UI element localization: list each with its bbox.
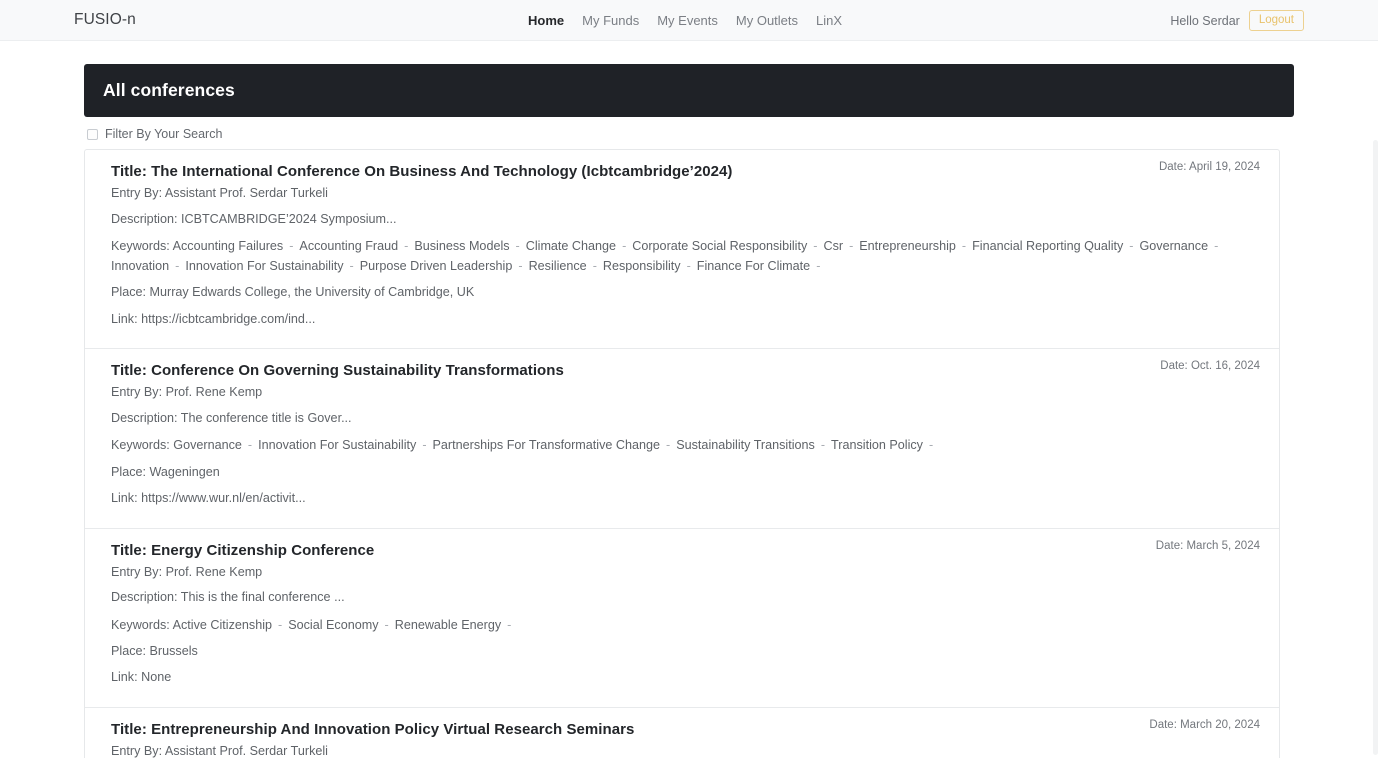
keyword-separator: - <box>247 438 253 453</box>
keyword-tag: Financial Reporting Quality <box>972 239 1124 254</box>
page-header-banner: All conferences <box>84 64 1294 117</box>
conference-card[interactable]: Date: March 20, 2024 Title: Entrepreneurs… <box>85 708 1279 758</box>
keyword-separator: - <box>422 438 427 453</box>
conference-place: Place: Murray Edwards College, the Unive… <box>111 285 475 300</box>
keyword-tag: Climate Change <box>525 239 617 254</box>
keyword-tag: Entrepreneurship <box>859 239 956 254</box>
keyword-tag: Accounting Failures <box>172 239 284 254</box>
conference-link[interactable]: Link: https://icbtcambridge.com/ind... <box>111 310 1263 330</box>
conference-date: Date: March 5, 2024 <box>1155 539 1260 552</box>
filter-row: Filter By Your Search <box>87 127 1294 141</box>
conference-keywords: Keywords: Governance - Innovation For Sust… <box>111 435 1263 455</box>
keyword-tag: Resilience <box>528 259 587 274</box>
conference-date: Date: Oct. 16, 2024 <box>1160 360 1260 373</box>
keyword-separator: - <box>289 239 294 254</box>
keyword-tag: Accounting Fraud <box>299 239 399 254</box>
keyword-separator: - <box>820 438 826 453</box>
page-scrollbar-thumb[interactable] <box>1373 140 1378 755</box>
keyword-separator: - <box>928 438 934 453</box>
conference-card[interactable]: Date: Oct. 16, 2024 Title: Conference On … <box>85 349 1279 529</box>
conference-place: Place: Brussels <box>111 643 198 658</box>
keyword-separator: - <box>686 259 691 274</box>
conference-entry-by: Entry By: Prof. Rene Kemp <box>111 385 263 400</box>
conference-entry-by: Entry By: Assistant Prof. Serdar Turkeli <box>111 186 328 200</box>
conference-card[interactable]: Date: April 19, 2024 Title: The Internati… <box>85 150 1279 350</box>
nav-link-linx[interactable]: LinX <box>816 14 842 27</box>
conference-entry-by: Entry By: Prof. Rene Kemp <box>111 564 263 579</box>
logout-button[interactable]: Logout <box>1248 9 1304 32</box>
conference-description: Description: The conference title is Gov… <box>111 410 352 425</box>
conference-title: Title: Conference On Governing Sustainab… <box>111 362 564 380</box>
conference-card[interactable]: Date: March 5, 2024 Title: Energy Citizen… <box>85 529 1279 708</box>
keyword-separator: - <box>592 259 597 274</box>
keyword-tag: Responsibility <box>602 259 681 274</box>
keyword-separator: - <box>515 239 520 254</box>
conference-date: Date: March 20, 2024 <box>1149 718 1260 731</box>
conference-description: Description: This is the final conferenc… <box>111 590 345 605</box>
conference-keywords: Keywords: Active Citizenship - Social Econ… <box>111 615 1263 635</box>
keyword-separator: - <box>278 617 283 632</box>
keyword-separator: - <box>813 239 818 254</box>
page-scrollbar-track[interactable] <box>1372 0 1378 758</box>
conference-keywords: Keywords: Accounting Failures - Accounting… <box>111 236 1263 276</box>
keyword-separator: - <box>349 259 354 274</box>
nav-link-my-events[interactable]: My Events <box>657 14 718 27</box>
nav-link-my-outlets[interactable]: My Outlets <box>736 14 798 27</box>
keyword-tag: Purpose Driven Leadership <box>359 259 513 274</box>
conference-list: Date: April 19, 2024 Title: The Internati… <box>84 149 1280 758</box>
keyword-tag: Csr <box>823 239 844 254</box>
keyword-tag: Active Citizenship <box>172 617 273 632</box>
keyword-tag: Innovation <box>111 259 170 274</box>
keyword-tag: Renewable Energy <box>394 617 502 632</box>
keyword-tag: Transition Policy <box>831 438 923 453</box>
keyword-tag: Corporate Social Responsibility <box>632 239 808 254</box>
navbar-user-area: Hello Serdar Logout <box>1170 0 1304 41</box>
keywords-label: Keywords: <box>111 617 173 632</box>
conference-date: Date: April 19, 2024 <box>1158 161 1260 173</box>
conference-link[interactable]: Link: https://www.wur.nl/en/activit... <box>111 489 1263 509</box>
conference-list-viewport: Date: April 19, 2024 Title: The Internati… <box>84 149 1294 758</box>
keywords-label: Keywords: <box>111 438 174 453</box>
keyword-separator: - <box>1214 239 1219 254</box>
nav-link-my-funds[interactable]: My Funds <box>582 14 639 27</box>
keyword-separator: - <box>622 239 627 254</box>
keyword-separator: - <box>404 239 409 254</box>
top-navbar: FUSIO-n Home My Funds My Events My Outle… <box>0 0 1378 41</box>
keyword-separator: - <box>175 259 180 274</box>
keyword-tag: Governance <box>173 438 242 453</box>
user-greeting: Hello Serdar <box>1170 13 1240 28</box>
keyword-separator: - <box>1129 239 1134 254</box>
keyword-tag: Partnerships For Transformative Change <box>432 438 661 453</box>
keyword-separator: - <box>961 239 967 254</box>
keyword-tag: Innovation For Sustainability <box>185 259 344 274</box>
conference-description: Description: ICBTCAMBRIDGE’2024 Symposiu… <box>111 211 397 226</box>
keyword-tag: Social Economy <box>288 617 379 632</box>
keyword-separator: - <box>849 239 854 254</box>
conference-title: Title: Entrepreneurship And Innovation P… <box>111 720 635 738</box>
conference-place: Place: Wageningen <box>111 464 220 479</box>
keyword-separator: - <box>666 438 671 453</box>
brand-logo[interactable]: FUSIO-n <box>74 11 136 29</box>
nav-link-home[interactable]: Home <box>528 14 564 27</box>
page-body: All conferences Filter By Your Search Da… <box>0 41 1378 758</box>
keyword-separator: - <box>507 617 512 632</box>
primary-nav: Home My Funds My Events My Outlets LinX <box>528 0 842 41</box>
keyword-tag: Business Models <box>414 239 510 254</box>
keyword-separator: - <box>816 259 821 274</box>
keyword-tag: Governance <box>1139 239 1209 254</box>
filter-by-search-label[interactable]: Filter By Your Search <box>105 127 222 141</box>
filter-by-search-checkbox[interactable] <box>87 128 98 140</box>
conference-link[interactable]: Link: None <box>111 668 1263 688</box>
conference-title: Title: Energy Citizenship Conference <box>111 541 375 559</box>
keywords-label: Keywords: <box>111 239 173 254</box>
keyword-tag: Innovation For Sustainability <box>258 438 417 453</box>
keyword-separator: - <box>384 617 389 632</box>
keyword-separator: - <box>518 259 523 274</box>
page-title: All conferences <box>103 80 235 100</box>
keyword-tag: Sustainability Transitions <box>676 438 815 453</box>
conference-title: Title: The International Conference On B… <box>111 163 733 180</box>
conference-entry-by: Entry By: Assistant Prof. Serdar Turkeli <box>111 743 328 758</box>
keyword-tag: Finance For Climate <box>696 259 811 274</box>
